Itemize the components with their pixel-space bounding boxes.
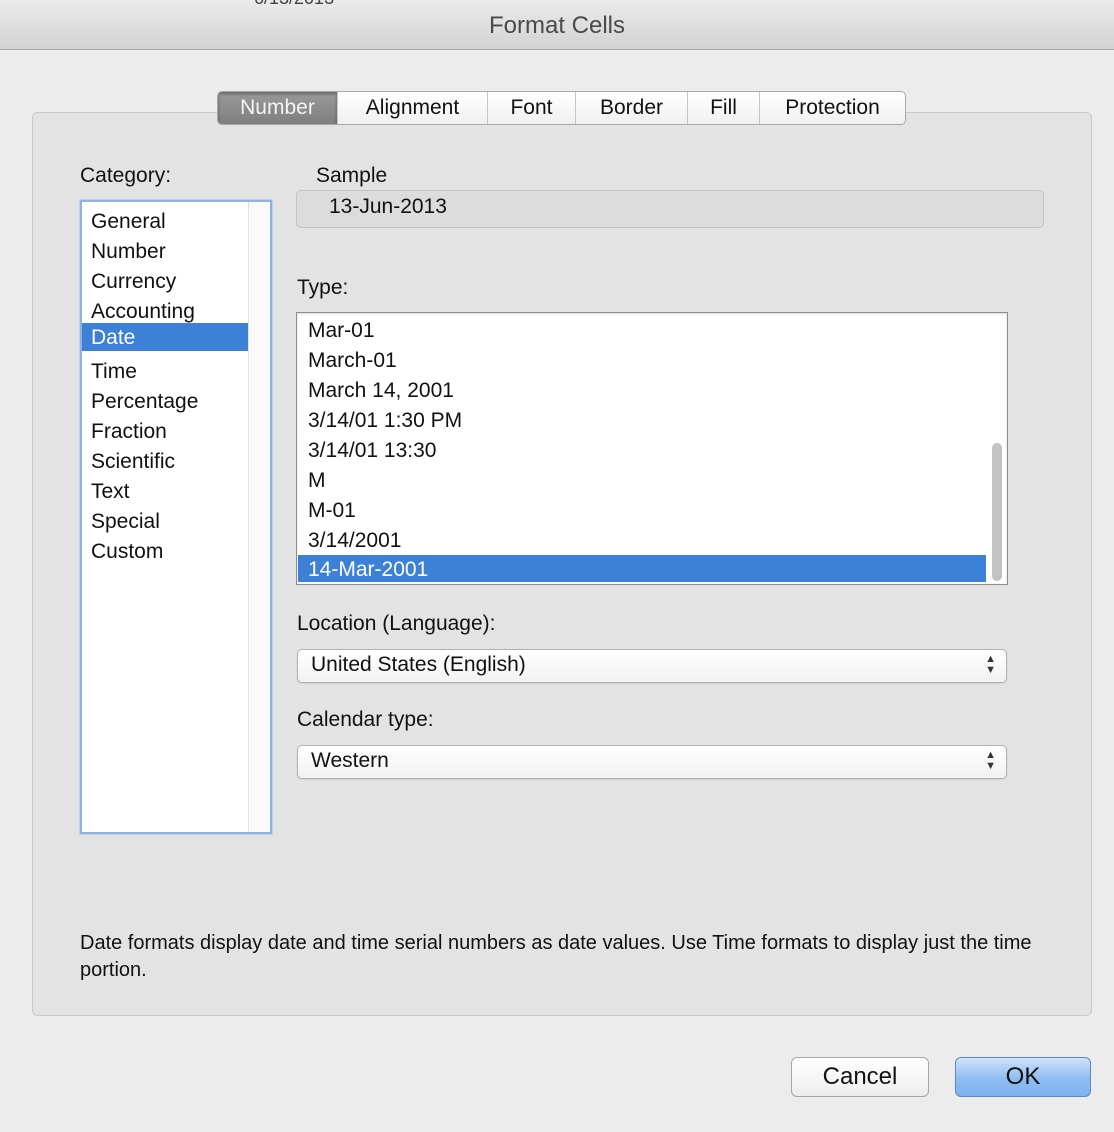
- ok-button[interactable]: OK: [955, 1057, 1091, 1097]
- category-item-time[interactable]: Time: [82, 356, 248, 386]
- background-window-strip: 6/13/2013: [0, 0, 400, 8]
- category-item-accounting[interactable]: Accounting: [82, 296, 248, 326]
- location-select[interactable]: United States (English) ▲ ▼: [297, 649, 1007, 683]
- background-cell-value: 6/13/2013: [254, 0, 334, 8]
- dialog-title: Format Cells: [488, 12, 626, 39]
- category-item-general[interactable]: General: [82, 206, 248, 236]
- category-item-percentage[interactable]: Percentage: [82, 386, 248, 416]
- type-item[interactable]: Mar-01: [298, 315, 986, 345]
- type-item[interactable]: 3/14/2001: [298, 525, 986, 555]
- calendar-type-label: Calendar type:: [297, 708, 434, 731]
- type-item-selected[interactable]: 14-Mar-2001: [298, 555, 986, 582]
- location-select-value: United States (English): [311, 653, 526, 676]
- type-item[interactable]: M: [298, 465, 986, 495]
- updown-arrows-icon: ▲ ▼: [985, 749, 996, 772]
- tab-protection[interactable]: Protection: [760, 92, 905, 124]
- type-scrollbar[interactable]: [989, 317, 1003, 581]
- category-item-scientific[interactable]: Scientific: [82, 446, 248, 476]
- category-item-special[interactable]: Special: [82, 506, 248, 536]
- tab-border[interactable]: Border: [576, 92, 688, 124]
- category-item-text[interactable]: Text: [82, 476, 248, 506]
- sample-label: Sample: [316, 164, 388, 187]
- category-item-fraction[interactable]: Fraction: [82, 416, 248, 446]
- category-item-number[interactable]: Number: [82, 236, 248, 266]
- calendar-type-select[interactable]: Western ▲ ▼: [297, 745, 1007, 779]
- cancel-button[interactable]: Cancel: [791, 1057, 929, 1097]
- category-item-currency[interactable]: Currency: [82, 266, 248, 296]
- tab-font[interactable]: Font: [488, 92, 576, 124]
- tab-fill[interactable]: Fill: [688, 92, 760, 124]
- category-item-custom[interactable]: Custom: [82, 536, 248, 566]
- tab-bar: Number Alignment Font Border Fill Protec…: [217, 91, 906, 125]
- calendar-type-select-value: Western: [311, 749, 389, 772]
- type-scrollbar-thumb[interactable]: [992, 443, 1002, 581]
- updown-arrows-icon: ▲ ▼: [985, 653, 996, 676]
- category-item-date[interactable]: Date: [82, 323, 248, 351]
- location-label: Location (Language):: [297, 612, 496, 635]
- type-item[interactable]: M-01: [298, 495, 986, 525]
- format-description: Date formats display date and time seria…: [80, 932, 1032, 981]
- type-list[interactable]: Mar-01 March-01 March 14, 2001 3/14/01 1…: [296, 312, 1008, 585]
- type-item[interactable]: March 14, 2001: [298, 375, 986, 405]
- category-label: Category:: [80, 164, 172, 187]
- type-label: Type:: [297, 276, 349, 299]
- title-bar: 6/13/2013 Format Cells: [0, 0, 1114, 50]
- category-list[interactable]: General Number Currency Accounting Date …: [80, 200, 272, 834]
- type-item[interactable]: 3/14/01 13:30: [298, 435, 986, 465]
- tab-number[interactable]: Number: [218, 92, 338, 124]
- tab-alignment[interactable]: Alignment: [338, 92, 488, 124]
- type-item[interactable]: 3/14/01 1:30 PM: [298, 405, 986, 435]
- category-scrollbar[interactable]: [248, 202, 270, 832]
- sample-preview: 13-Jun-2013: [296, 190, 1044, 228]
- type-item[interactable]: March-01: [298, 345, 986, 375]
